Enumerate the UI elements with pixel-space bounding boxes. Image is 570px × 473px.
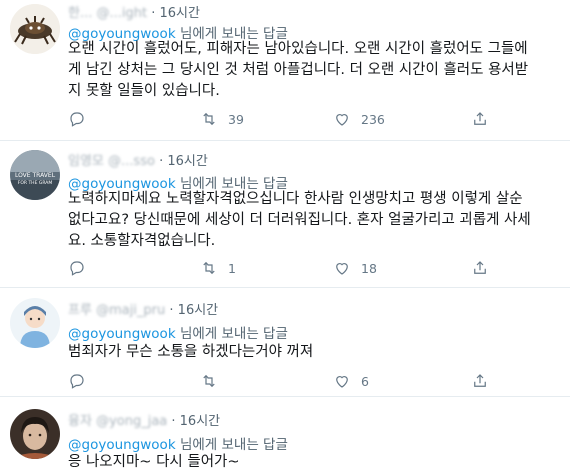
retweet-count: 1 xyxy=(228,260,236,276)
tweet-text: 오랜 시간이 흘렀어도, 피해자는 남아있습니다. 오랜 시간이 흘렀어도 그들… xyxy=(68,39,568,102)
tweet-header: 프루 @maji_pru · 16시간 xyxy=(68,303,219,318)
tweet-line: 지 못할 일들이 있습니다. xyxy=(68,83,220,99)
retweet-icon xyxy=(203,261,215,275)
reply-suffix: 님에게 보내는 답글 xyxy=(179,326,288,342)
avatar-image xyxy=(10,298,60,348)
share-button[interactable] xyxy=(471,259,489,277)
reply-icon xyxy=(70,261,84,276)
tweet-line: 오랜 시간이 흘렀어도, 피해자는 남아있습니다. 오랜 시간이 흘렀어도 그들… xyxy=(68,41,528,57)
tweet-actions: 39 236 xyxy=(68,110,558,132)
avatar-image xyxy=(10,4,60,54)
tweet-header: 한... @...ight · 16시간 xyxy=(68,6,200,21)
reply-suffix: 님에게 보내는 답글 xyxy=(179,437,288,453)
tweet-line: 범죄자가 무슨 소통을 하겠다는거야 꺼져 xyxy=(68,344,314,360)
timestamp[interactable]: 16시간 xyxy=(180,414,220,429)
tweet-text: 응 나오지마~ 다시 들어가~ xyxy=(68,452,568,473)
tweet-2[interactable]: LOVE TRAVEL FOR THE GRAM 임영모 @...sso · 1… xyxy=(0,141,570,287)
share-icon xyxy=(474,112,486,125)
heart-icon xyxy=(336,114,348,126)
like-count: 236 xyxy=(361,111,385,127)
retweet-icon xyxy=(203,374,215,388)
tweet-text: 노력하지마세요 노력할자격없으십니다 한사람 인생망치고 평생 이렇게 살순 없… xyxy=(68,189,568,252)
avatar-caption: LOVE TRAVEL xyxy=(15,172,56,179)
author-handle[interactable]: @maji_pru xyxy=(96,303,165,318)
retweet-icon xyxy=(203,112,215,126)
like-count: 18 xyxy=(361,260,377,276)
reply-context: @goyoungwook 님에게 보내는 답글 xyxy=(68,433,288,453)
tweet-4[interactable]: 융자 @yong_jaa · 16시간 @goyoungwook 님에게 보내는… xyxy=(0,397,570,472)
tweet-line: 요. 소통할자격없습니다. xyxy=(68,233,216,249)
reply-context: @goyoungwook 님에게 보내는 답글 xyxy=(68,322,288,342)
retweet-button[interactable]: 1 xyxy=(200,259,236,277)
like-count: 6 xyxy=(361,373,369,389)
reply-button[interactable] xyxy=(68,259,86,277)
tweet-header: 융자 @yong_jaa · 16시간 xyxy=(68,414,221,429)
share-button[interactable] xyxy=(471,372,489,390)
tweet-text: 범죄자가 무슨 소통을 하겠다는거야 꺼져 xyxy=(68,342,568,363)
tweet-line: 노력하지마세요 노력할자격없으십니다 한사람 인생망치고 평생 이렇게 살순 xyxy=(68,191,523,207)
author-handle[interactable]: @yong_jaa xyxy=(96,414,167,429)
tweet-line: 없다고요? 당신때문에 세상이 더 더러워집니다. 혼자 얼굴가리고 괴롭게 사… xyxy=(68,212,531,228)
heart-icon xyxy=(336,263,348,275)
like-button[interactable]: 18 xyxy=(333,259,377,277)
retweet-button[interactable]: 39 xyxy=(200,110,244,128)
avatar[interactable] xyxy=(10,298,60,348)
like-button[interactable]: 236 xyxy=(333,110,385,128)
tweet-1[interactable]: 한... @...ight · 16시간 @goyoungwook 님에게 보내… xyxy=(0,0,570,140)
avatar[interactable] xyxy=(10,409,60,459)
tweet-actions: 6 xyxy=(68,372,558,394)
avatar[interactable] xyxy=(10,4,60,54)
reply-icon xyxy=(70,374,84,389)
share-icon xyxy=(474,374,486,387)
author-name[interactable]: 프루 xyxy=(68,303,92,318)
heart-icon xyxy=(336,376,348,388)
avatar-caption: FOR THE GRAM xyxy=(18,180,53,186)
author-name[interactable]: 융자 xyxy=(68,414,92,429)
tweet-actions: 1 18 xyxy=(68,259,558,281)
timestamp[interactable]: 16시간 xyxy=(167,154,207,169)
reply-to-handle[interactable]: @goyoungwook xyxy=(68,437,176,453)
avatar[interactable]: LOVE TRAVEL FOR THE GRAM xyxy=(10,150,60,200)
author-handle[interactable]: @...ight xyxy=(97,6,148,21)
retweet-button[interactable] xyxy=(200,372,218,390)
reply-button[interactable] xyxy=(68,372,86,390)
share-button[interactable] xyxy=(471,110,489,128)
tweet-header: 임영모 @...sso · 16시간 xyxy=(68,154,208,169)
like-button[interactable]: 6 xyxy=(333,372,369,390)
tweet-3[interactable]: 프루 @maji_pru · 16시간 @goyoungwook 님에게 보내는… xyxy=(0,288,570,396)
share-icon xyxy=(474,261,486,274)
timestamp[interactable]: 16시간 xyxy=(178,303,218,318)
retweet-count: 39 xyxy=(228,111,244,127)
reply-button[interactable] xyxy=(68,110,86,128)
avatar-image: LOVE TRAVEL FOR THE GRAM xyxy=(10,150,60,200)
tweet-line: 응 나오지마~ 다시 들어가~ xyxy=(68,454,240,470)
author-name[interactable]: 임영모 xyxy=(68,154,104,169)
reply-icon xyxy=(70,112,84,127)
timestamp[interactable]: 16시간 xyxy=(160,6,200,21)
avatar-image xyxy=(10,409,60,459)
author-name[interactable]: 한... xyxy=(68,6,92,21)
reply-to-handle[interactable]: @goyoungwook xyxy=(68,326,176,342)
tweet-line: 게 남긴 상처는 그 당시인 것 처럼 아플겁니다. 더 오랜 시간이 흘러도 … xyxy=(68,62,529,78)
author-handle[interactable]: @...sso xyxy=(108,154,155,169)
